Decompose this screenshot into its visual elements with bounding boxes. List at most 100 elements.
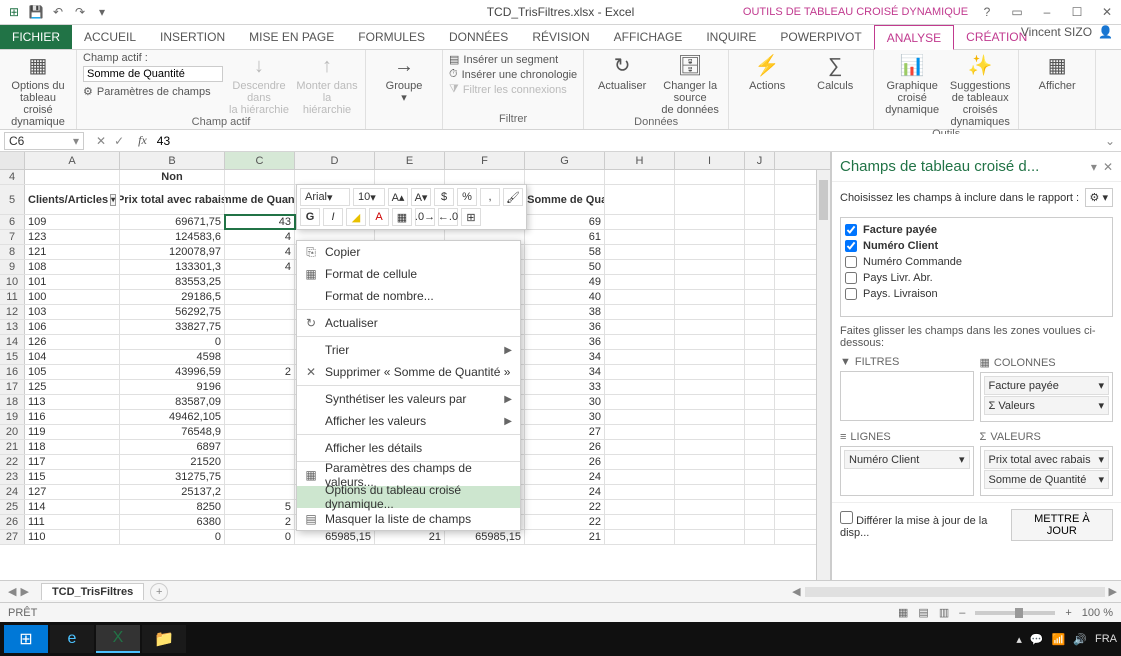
hscroll-left-icon[interactable]: ◀	[792, 585, 800, 598]
cell[interactable]	[675, 185, 745, 214]
cell[interactable]	[605, 455, 675, 469]
accept-formula-icon[interactable]: ✓	[114, 134, 124, 148]
zone-item[interactable]: Prix total avec rabais▾	[984, 450, 1110, 469]
cell[interactable]	[675, 350, 745, 364]
cell[interactable]	[225, 380, 295, 394]
cell[interactable]	[225, 485, 295, 499]
cell[interactable]	[675, 485, 745, 499]
cell[interactable]: 22	[525, 500, 605, 514]
defer-checkbox[interactable]: Différer la mise à jour de la disp...	[840, 511, 1011, 539]
context-menu-item[interactable]: Synthétiser les valeurs par▶	[297, 388, 520, 410]
cell[interactable]	[745, 500, 775, 514]
cell[interactable]	[605, 410, 675, 424]
cell[interactable]: 111	[25, 515, 120, 529]
cell[interactable]: 4	[225, 245, 295, 259]
cell[interactable]	[675, 305, 745, 319]
pane-dropdown-icon[interactable]: ▾	[1091, 160, 1097, 174]
cell[interactable]: 116	[25, 410, 120, 424]
cell[interactable]: 4	[225, 260, 295, 274]
row-header[interactable]: 4	[0, 170, 25, 184]
cell[interactable]	[675, 230, 745, 244]
cell[interactable]	[605, 380, 675, 394]
increase-decimal-icon[interactable]: .0→	[415, 208, 435, 226]
cell[interactable]	[745, 275, 775, 289]
cell[interactable]: 24	[525, 470, 605, 484]
cell[interactable]	[525, 170, 605, 184]
cell[interactable]	[225, 275, 295, 289]
merge-icon[interactable]: ⊞	[461, 208, 481, 226]
cell[interactable]: 30	[525, 410, 605, 424]
col-header-B[interactable]: B	[120, 152, 225, 169]
cell[interactable]	[675, 470, 745, 484]
row-header[interactable]: 23	[0, 470, 25, 484]
cell[interactable]: 124583,6	[120, 230, 225, 244]
minimize-icon[interactable]: –	[1037, 5, 1057, 19]
cell[interactable]	[605, 350, 675, 364]
cell[interactable]	[605, 215, 675, 229]
cell[interactable]	[745, 470, 775, 484]
close-icon[interactable]: ✕	[1097, 5, 1117, 19]
tab-data[interactable]: DONNÉES	[437, 25, 520, 49]
cell[interactable]	[605, 275, 675, 289]
col-header-H[interactable]: H	[605, 152, 675, 169]
cell[interactable]: 83587,09	[120, 395, 225, 409]
cell[interactable]	[605, 425, 675, 439]
cell[interactable]	[745, 215, 775, 229]
cell[interactable]	[675, 260, 745, 274]
pivot-chart-button[interactable]: 📊Graphique croisé dynamique	[880, 52, 944, 116]
sheet-nav-next-icon[interactable]: ▶	[20, 585, 28, 598]
cell[interactable]: 119	[25, 425, 120, 439]
cell[interactable]	[605, 305, 675, 319]
cell[interactable]	[745, 485, 775, 499]
increase-font-icon[interactable]: A▴	[388, 188, 408, 206]
zone-item[interactable]: Somme de Quantité▾	[984, 470, 1110, 489]
cell[interactable]	[605, 500, 675, 514]
zone-item[interactable]: Σ Valeurs▾	[984, 396, 1110, 415]
cell[interactable]	[25, 170, 120, 184]
cell[interactable]: 31275,75	[120, 470, 225, 484]
excel-taskbar-icon[interactable]: X	[96, 625, 140, 653]
cell[interactable]	[745, 170, 775, 184]
cell[interactable]	[745, 425, 775, 439]
field-checkbox[interactable]: Pays Livr. Abr.	[845, 270, 1108, 286]
decrease-font-icon[interactable]: A▾	[411, 188, 431, 206]
col-header-C[interactable]: C	[225, 152, 295, 169]
cell[interactable]: 114	[25, 500, 120, 514]
cell[interactable]: 104	[25, 350, 120, 364]
cell[interactable]	[745, 230, 775, 244]
cell[interactable]	[225, 395, 295, 409]
cell[interactable]	[675, 410, 745, 424]
cell[interactable]	[745, 530, 775, 544]
cell[interactable]	[745, 245, 775, 259]
cell[interactable]	[375, 170, 445, 184]
cell[interactable]: 69671,75	[120, 215, 225, 229]
cell[interactable]: Non	[120, 170, 225, 184]
cell[interactable]: Total Somme de Quantité	[525, 185, 605, 214]
cell[interactable]: 36	[525, 320, 605, 334]
cell[interactable]	[745, 350, 775, 364]
cell[interactable]	[605, 530, 675, 544]
context-menu-item[interactable]: Afficher les détails	[297, 437, 520, 459]
cell[interactable]: 24	[525, 485, 605, 499]
cell[interactable]	[675, 365, 745, 379]
col-header-A[interactable]: A	[25, 152, 120, 169]
borders-icon[interactable]: ▦	[392, 208, 412, 226]
ie-icon[interactable]: e	[50, 625, 94, 653]
cell[interactable]	[605, 320, 675, 334]
cell[interactable]: 49462,105	[120, 410, 225, 424]
cell[interactable]	[605, 515, 675, 529]
cell[interactable]: 106	[25, 320, 120, 334]
update-button[interactable]: METTRE À JOUR	[1011, 509, 1113, 541]
row-header[interactable]: 18	[0, 395, 25, 409]
cell[interactable]: 127	[25, 485, 120, 499]
cell[interactable]: 69	[525, 215, 605, 229]
hscroll-right-icon[interactable]: ▶	[1109, 585, 1117, 598]
cell[interactable]	[225, 425, 295, 439]
calcs-button[interactable]: ∑Calculs	[803, 52, 867, 92]
cell[interactable]	[745, 440, 775, 454]
cell[interactable]	[745, 290, 775, 304]
view-normal-icon[interactable]: ▦	[898, 606, 908, 619]
cell[interactable]: 50	[525, 260, 605, 274]
cell[interactable]	[675, 275, 745, 289]
row-header[interactable]: 11	[0, 290, 25, 304]
